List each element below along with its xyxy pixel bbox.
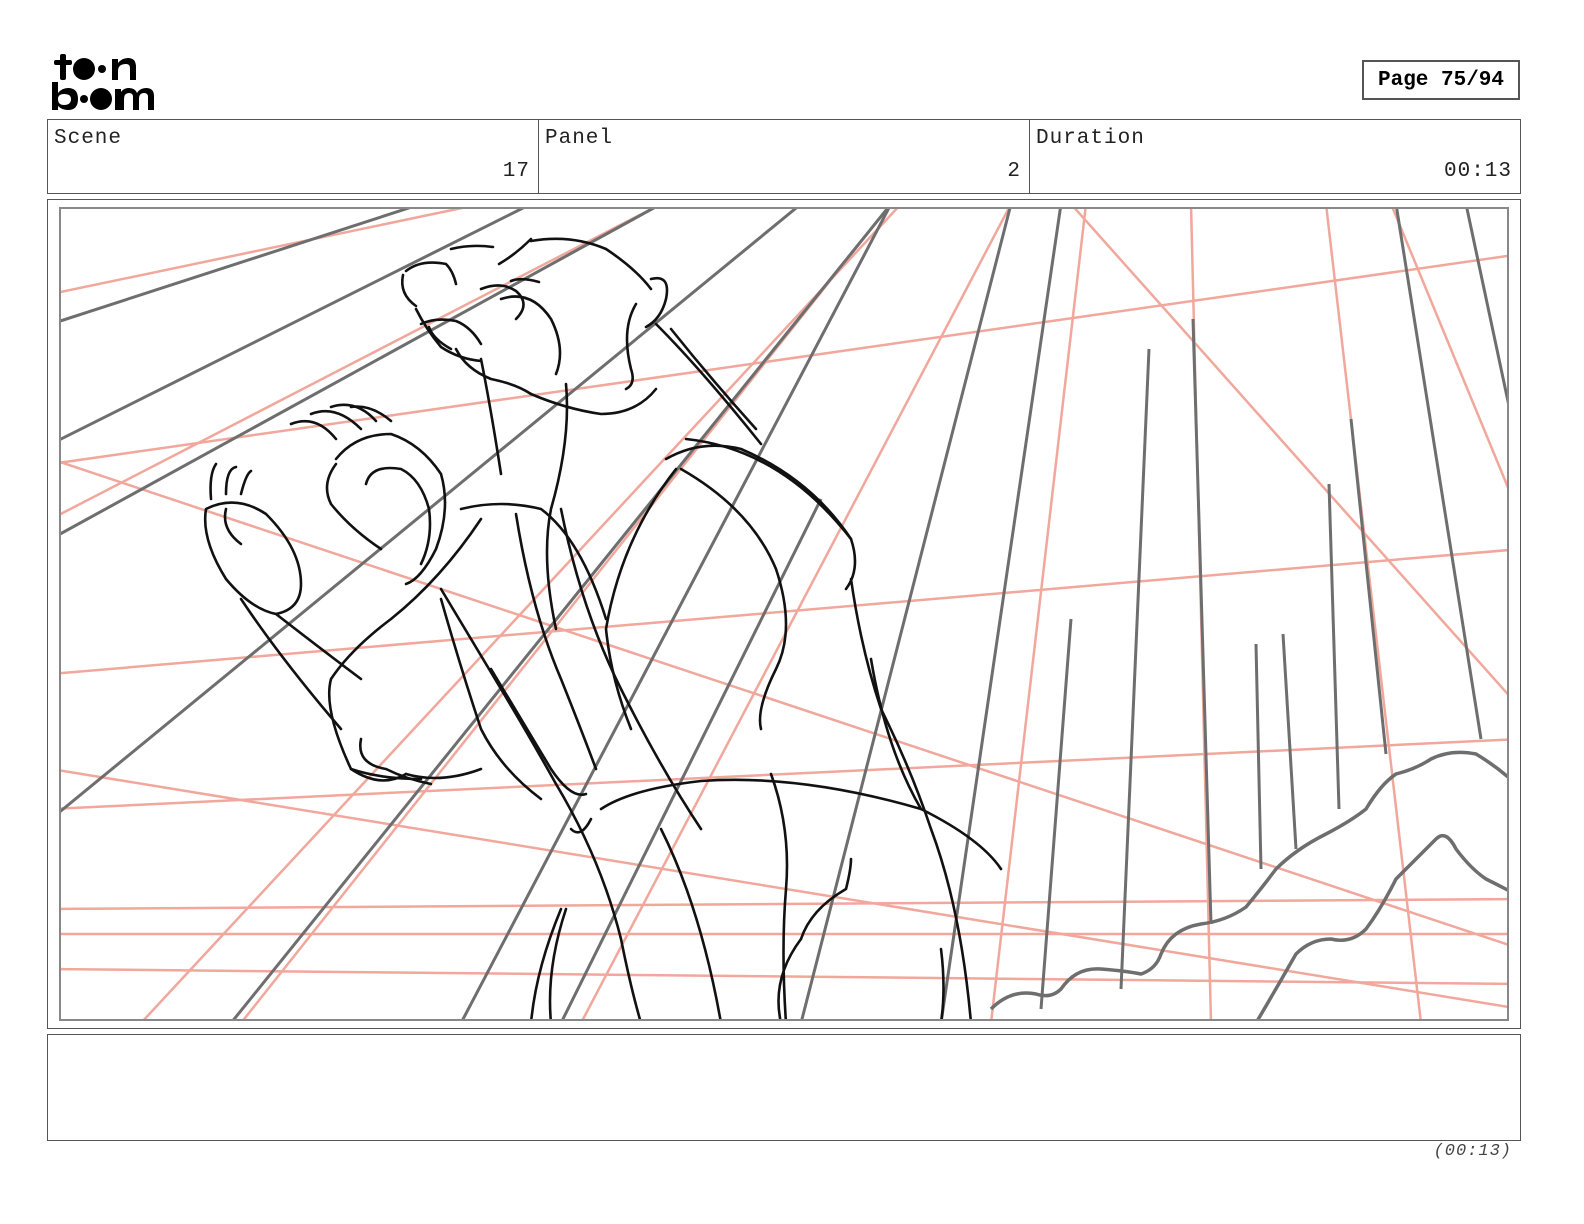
scene-value: 17 xyxy=(502,160,530,183)
toonboom-logo xyxy=(50,50,165,112)
panel-label: Panel xyxy=(545,127,614,150)
panel-value: 2 xyxy=(1007,160,1021,183)
panel-notes-box xyxy=(47,1034,1521,1141)
page-number-label: Page 75/94 xyxy=(1377,68,1505,92)
panel-cell: Panel 2 xyxy=(539,120,1030,193)
storyboard-panel-frame xyxy=(47,199,1521,1029)
panel-info-row: Scene 17 Panel 2 Duration 00:13 xyxy=(47,119,1521,194)
duration-label: Duration xyxy=(1036,127,1145,150)
bear-sketch-drawing xyxy=(61,209,1507,1019)
duration-cell: Duration 00:13 xyxy=(1030,120,1520,193)
page-number-badge: Page 75/94 xyxy=(1362,60,1520,100)
footer-duration: (00:13) xyxy=(1433,1142,1512,1161)
storyboard-panel-image xyxy=(59,207,1509,1021)
scene-label: Scene xyxy=(54,127,123,150)
scene-cell: Scene 17 xyxy=(48,120,539,193)
toonboom-logo-mark xyxy=(52,54,154,110)
duration-value: 00:13 xyxy=(1443,160,1512,183)
